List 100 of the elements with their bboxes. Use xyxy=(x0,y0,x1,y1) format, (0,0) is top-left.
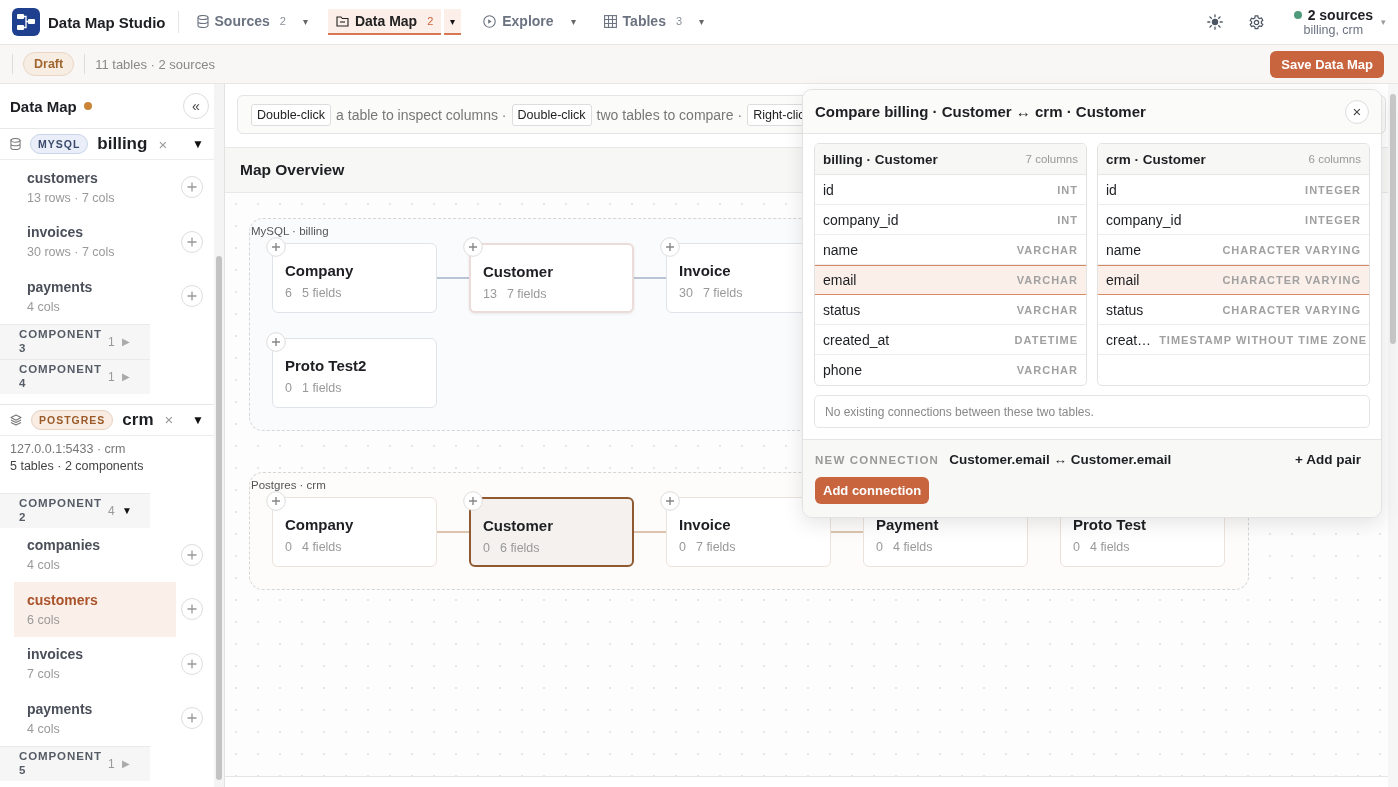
add-icon xyxy=(187,236,197,247)
add-pair-link[interactable]: + Add pair xyxy=(1295,452,1361,467)
source-name: billing xyxy=(97,134,148,154)
add-icon xyxy=(187,658,197,669)
key-hint: Double-click xyxy=(511,103,592,126)
table-item[interactable]: customers 6 cols xyxy=(14,582,176,637)
close-button[interactable]: × xyxy=(1345,99,1369,124)
node-title: Proto Test xyxy=(1073,516,1148,533)
layers-icon xyxy=(10,413,22,426)
table-node[interactable]: Customer 0 6 fields xyxy=(469,497,634,567)
column-row[interactable]: email CHARACTER VARYING xyxy=(1098,265,1369,295)
node-row-count: 30 xyxy=(679,286,693,300)
table-item[interactable]: companies 4 cols xyxy=(14,527,176,582)
source-info: 5 tables · 2 components xyxy=(10,458,145,473)
column-type: VARCHAR xyxy=(1016,303,1078,316)
column-row[interactable]: phone VARCHAR xyxy=(815,355,1086,385)
column-name: company_id xyxy=(1106,211,1182,228)
sun-icon xyxy=(1206,14,1223,30)
database-icon xyxy=(196,14,209,28)
column-row[interactable]: status CHARACTER VARYING xyxy=(1098,295,1369,325)
add-icon xyxy=(187,291,197,302)
source-toggle[interactable]: ▼ xyxy=(192,137,204,151)
nav-tab[interactable]: Explore xyxy=(475,9,562,35)
node-row-count: 0 xyxy=(1073,540,1080,554)
tab-menu-caret[interactable]: ▾ xyxy=(296,9,314,35)
sources-status: 2 sources xyxy=(1307,7,1373,23)
node-row-count: 0 xyxy=(679,540,686,554)
node-field-count: 4 fields xyxy=(301,540,342,554)
table-node[interactable]: Proto Test2 0 1 fields xyxy=(272,338,437,408)
sources-detail: billing, crm xyxy=(1303,23,1364,37)
column-row[interactable]: company_id INTEGER xyxy=(1098,205,1369,235)
sidebar-title: Data Map xyxy=(10,97,77,115)
node-title: Company xyxy=(285,262,355,279)
column-name: id xyxy=(823,181,834,198)
section-title: Map Overview xyxy=(240,161,345,179)
column-row[interactable]: status VARCHAR xyxy=(815,295,1086,325)
column-row[interactable]: email VARCHAR xyxy=(815,265,1086,295)
node-field-count: 7 fields xyxy=(506,287,547,301)
column-count: 6 columns xyxy=(1308,153,1361,165)
table-item[interactable]: invoices 7 cols xyxy=(14,636,176,691)
tab-menu-caret[interactable]: ▾ xyxy=(444,9,462,35)
add-icon[interactable] xyxy=(463,237,483,257)
node-row-count: 6 xyxy=(285,286,292,300)
table-node[interactable]: Company 0 4 fields xyxy=(272,497,437,567)
add-icon[interactable] xyxy=(660,237,680,257)
table-item[interactable]: customers 13 rows · 7 cols xyxy=(14,160,176,215)
table-node[interactable]: Company 6 5 fields xyxy=(272,243,437,313)
node-field-count: 1 fields xyxy=(301,381,342,395)
scrollbar[interactable] xyxy=(1388,84,1398,787)
group-label: Postgres · crm xyxy=(251,479,326,493)
node-title: Proto Test2 xyxy=(285,357,368,374)
add-icon[interactable] xyxy=(266,491,286,511)
table-item[interactable]: payments 4 cols xyxy=(14,691,176,746)
column-row[interactable]: creat… TIMESTAMP WITHOUT TIME ZONE xyxy=(1098,325,1369,355)
add-icon xyxy=(187,713,197,724)
column-row[interactable]: created_at DATETIME xyxy=(815,325,1086,355)
save-button[interactable]: Save Data Map xyxy=(1270,50,1384,78)
scrollbar[interactable] xyxy=(214,84,224,787)
node-row-count: 0 xyxy=(876,540,883,554)
table-node[interactable]: Invoice 0 7 fields xyxy=(666,497,831,567)
add-icon[interactable] xyxy=(463,491,483,511)
node-field-count: 7 fields xyxy=(695,540,736,554)
map-summary: 11 tables · 2 sources xyxy=(95,56,215,72)
node-field-count: 4 fields xyxy=(892,540,933,554)
node-title: Customer xyxy=(483,263,554,280)
column-name: creat… xyxy=(1106,331,1152,348)
column-count: 7 columns xyxy=(1025,153,1078,165)
node-field-count: 5 fields xyxy=(301,286,342,300)
nav-tab[interactable]: Data Map 2 xyxy=(327,9,442,35)
table-item[interactable]: payments 4 cols xyxy=(14,269,176,324)
add-icon[interactable] xyxy=(266,332,286,352)
table-item[interactable]: invoices 30 rows · 7 cols xyxy=(14,214,176,269)
column-name: phone xyxy=(823,362,862,378)
add-connection-button[interactable]: Add connection xyxy=(815,477,930,504)
node-field-count: 7 fields xyxy=(702,286,743,300)
source-toggle[interactable]: ▼ xyxy=(192,412,204,427)
nav-tab[interactable]: Tables 3 xyxy=(595,9,691,35)
tab-menu-caret[interactable]: ▾ xyxy=(564,9,582,35)
add-icon[interactable] xyxy=(266,237,286,257)
column-row[interactable]: id INT xyxy=(815,175,1086,205)
app-title: Data Map Studio xyxy=(48,13,166,31)
tab-menu-caret[interactable]: ▾ xyxy=(693,9,711,35)
column-type: INT xyxy=(1057,213,1078,226)
table-node[interactable]: Customer 13 7 fields xyxy=(469,243,634,313)
node-row-count: 0 xyxy=(285,540,292,554)
column-row[interactable]: company_id INT xyxy=(815,205,1086,235)
node-title: Customer xyxy=(483,517,554,534)
node-title: Invoice xyxy=(679,516,732,533)
column-type: INTEGER xyxy=(1305,183,1361,196)
add-icon xyxy=(187,182,197,193)
nav-tab[interactable]: Sources 2 xyxy=(188,9,294,35)
add-icon[interactable] xyxy=(660,491,680,511)
column-row[interactable]: id INTEGER xyxy=(1098,175,1369,205)
column-name: email xyxy=(1106,272,1140,288)
app-logo-icon xyxy=(12,8,40,36)
play-icon xyxy=(483,14,497,28)
connections-note: No existing connections between these two tables. xyxy=(814,395,1370,428)
column-type: CHARACTER VARYING xyxy=(1222,243,1361,256)
column-type: INTEGER xyxy=(1305,213,1361,226)
table-title: crm · Customer xyxy=(1106,151,1206,167)
